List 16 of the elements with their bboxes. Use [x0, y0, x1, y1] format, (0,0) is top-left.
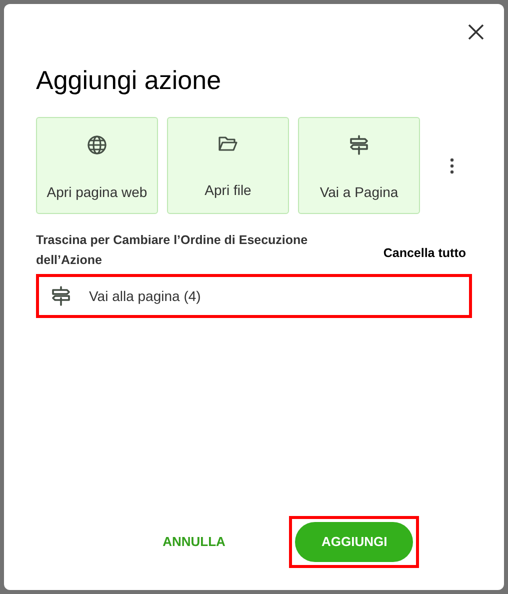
globe-icon: [87, 135, 107, 155]
close-icon: [468, 24, 484, 40]
action-card[interactable]: Apri pagina web: [36, 117, 158, 214]
more-options-button[interactable]: [448, 156, 456, 174]
action-card[interactable]: Apri file: [167, 117, 289, 214]
order-instruction: Trascina per Cambiare l’Ordine di Esecuzione dell’Azione: [36, 232, 309, 269]
signpost-icon: [349, 135, 369, 155]
action-card[interactable]: Vai a Pagina: [298, 117, 420, 214]
dialog-title: Aggiungi azione: [36, 64, 222, 96]
close-button[interactable]: [466, 22, 486, 42]
more-vertical-icon: [450, 158, 454, 174]
action-list-item[interactable]: Vai alla pagina (4): [36, 274, 472, 318]
clear-all-link[interactable]: Cancella tutto: [383, 244, 466, 263]
action-label: Vai alla pagina (4): [89, 286, 201, 306]
signpost-icon: [51, 286, 71, 306]
folder-icon: [218, 135, 238, 153]
